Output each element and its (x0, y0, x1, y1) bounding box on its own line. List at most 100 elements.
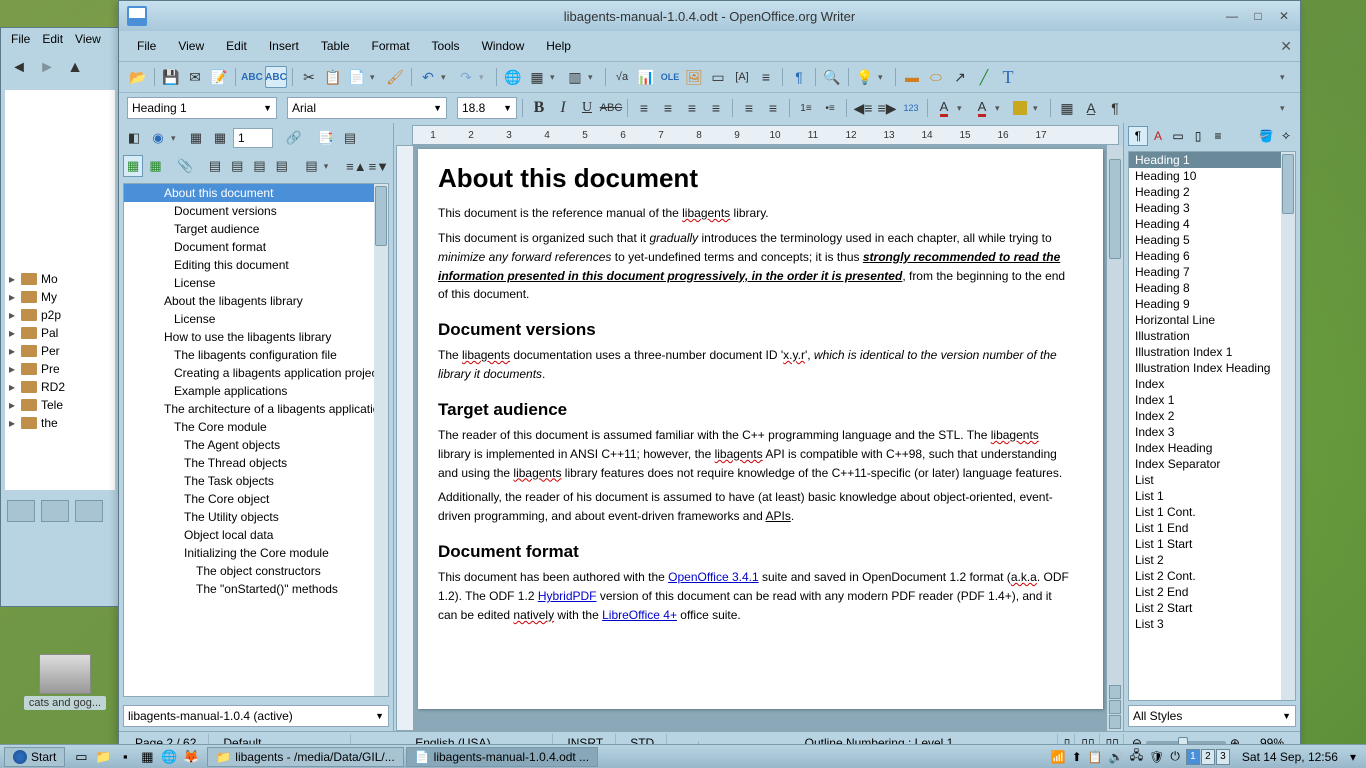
doc-link[interactable]: HybridPDF (538, 589, 597, 603)
fill-format-icon[interactable]: 🪣 (1256, 126, 1276, 146)
ellipse-icon[interactable]: ⬭ (925, 66, 947, 88)
font-color-button[interactable]: A (933, 97, 955, 119)
navigator-document-combo[interactable]: libagents-manual-1.0.4 (active) ▼ (123, 705, 389, 727)
para-dialog-button[interactable]: ¶ (1104, 97, 1126, 119)
fm-folder-item[interactable]: Per (41, 344, 60, 358)
strikethrough-button[interactable]: ABC (600, 97, 622, 119)
minimize-button[interactable]: — (1224, 9, 1240, 23)
up-icon[interactable]: ▲ (63, 56, 87, 80)
taskbar-task[interactable]: 📁 libagents - /media/Data/GIL/... (207, 747, 403, 767)
zoom-icon[interactable]: 🔍 (821, 66, 843, 88)
clock[interactable]: Sat 14 Sep, 12:56 (1236, 750, 1344, 764)
rect-icon[interactable]: ▬ (901, 66, 923, 88)
style-item[interactable]: List 1 End (1129, 520, 1295, 536)
style-item[interactable]: List (1129, 472, 1295, 488)
nav-promote-icon[interactable]: ▤ (205, 155, 225, 177)
nav-tree-item[interactable]: Example applications (124, 382, 388, 400)
nav-tree-item[interactable]: The Utility objects (124, 508, 388, 526)
fm-icon-view[interactable] (7, 500, 35, 522)
style-item[interactable]: Heading 4 (1129, 216, 1295, 232)
style-item[interactable]: Index 3 (1129, 424, 1295, 440)
menu-window[interactable]: Window (472, 35, 535, 57)
nav-tree-item[interactable]: The libagents configuration file (124, 346, 388, 364)
doc-link[interactable]: LibreOffice 4+ (602, 608, 677, 622)
text-frame-icon[interactable]: [A] (731, 66, 753, 88)
style-item[interactable]: Index 2 (1129, 408, 1295, 424)
nav-list-box-icon[interactable]: ▦ (145, 155, 165, 177)
nav-reminder-icon[interactable]: 📑 (315, 127, 337, 149)
nav-tree-item[interactable]: About this document (124, 184, 388, 202)
style-item[interactable]: Heading 10 (1129, 168, 1295, 184)
increase-indent-button[interactable]: ≡▶ (876, 97, 898, 119)
copy-icon[interactable]: 📋 (322, 66, 344, 88)
close-document-button[interactable]: ✕ (1280, 38, 1292, 55)
line-spacing-button[interactable]: ≡ (738, 97, 760, 119)
tray-clipboard-icon[interactable]: 📋 (1088, 750, 1103, 764)
menu-tools[interactable]: Tools (422, 35, 470, 57)
style-item[interactable]: Heading 9 (1129, 296, 1295, 312)
fm-menu-file[interactable]: File (11, 32, 30, 46)
tray-collapse-icon[interactable]: ▾ (1350, 750, 1356, 764)
nav-header-icon[interactable]: ▤ (339, 127, 361, 149)
cut-icon[interactable]: ✂ (298, 66, 320, 88)
maximize-button[interactable]: □ (1250, 9, 1266, 23)
font-color-dropdown[interactable]: ▾ (957, 103, 969, 114)
document-page[interactable]: About this document This document is the… (418, 149, 1103, 709)
fm-list-view[interactable] (41, 500, 69, 522)
nav-tree-item[interactable]: The object constructors (124, 562, 388, 580)
style-item[interactable]: Index Separator (1129, 456, 1295, 472)
page-up-button[interactable] (1109, 685, 1121, 699)
save-icon[interactable]: 💾 (160, 66, 182, 88)
style-item[interactable]: Heading 6 (1129, 248, 1295, 264)
style-item[interactable]: Heading 7 (1129, 264, 1295, 280)
ole-icon[interactable]: OLE (659, 66, 681, 88)
tray-power-icon[interactable]: ⏻ (1170, 749, 1180, 764)
style-item[interactable]: List 1 (1129, 488, 1295, 504)
navigator-tree[interactable]: About this documentDocument versionsTarg… (123, 183, 389, 697)
style-item[interactable]: Heading 3 (1129, 200, 1295, 216)
fm-folder-item[interactable]: Pal (41, 326, 58, 340)
style-item[interactable]: List 2 (1129, 552, 1295, 568)
style-item[interactable]: List 2 End (1129, 584, 1295, 600)
style-item[interactable]: Illustration Index Heading (1129, 360, 1295, 376)
bullet-list-button[interactable]: •≡ (819, 97, 841, 119)
chart-icon[interactable]: 📊 (635, 66, 657, 88)
page-down-button[interactable] (1109, 715, 1121, 729)
style-item[interactable]: Heading 1 (1129, 152, 1295, 168)
nav-demote-icon[interactable]: ▤ (227, 155, 247, 177)
nav-target-button[interactable] (1109, 700, 1121, 714)
style-item[interactable]: List 2 Start (1129, 600, 1295, 616)
style-item[interactable]: Horizontal Line (1129, 312, 1295, 328)
nav-chapter-up-icon[interactable]: ≡▲ (346, 155, 366, 177)
start-button[interactable]: Start (4, 747, 65, 767)
nav-tree-item[interactable]: Document format (124, 238, 388, 256)
browser-icon[interactable]: 🌐 (159, 748, 179, 766)
fm-folder-item[interactable]: My (41, 290, 57, 304)
numbered-list-button[interactable]: 1≡ (795, 97, 817, 119)
menu-table[interactable]: Table (311, 35, 360, 57)
section-icon[interactable]: ≡ (755, 66, 777, 88)
select-all-button[interactable]: ▦ (1056, 97, 1078, 119)
vertical-ruler[interactable] (396, 145, 414, 731)
align-left-button[interactable]: ≡ (633, 97, 655, 119)
close-button[interactable]: ✕ (1276, 9, 1292, 23)
fm-menu-edit[interactable]: Edit (42, 32, 63, 46)
nav-tree-item[interactable]: Initializing the Core module (124, 544, 388, 562)
doc-link[interactable]: OpenOffice 3.4.1 (668, 570, 759, 584)
format-paintbrush-icon[interactable]: 🖌 (384, 66, 406, 88)
align-justify-button[interactable]: ≡ (705, 97, 727, 119)
tray-shield-icon[interactable]: 🛡 (1149, 750, 1164, 764)
fm-folder-item[interactable]: Mo (41, 272, 58, 286)
titlebar[interactable]: libagents-manual-1.0.4.odt - OpenOffice.… (119, 1, 1300, 31)
style-item[interactable]: List 3 (1129, 616, 1295, 632)
nav-tree-item[interactable]: Document versions (124, 202, 388, 220)
fm-tree[interactable]: ▸Mo ▸My ▸p2p ▸Pal ▸Per ▸Pre ▸RD2 ▸Tele ▸… (5, 90, 115, 490)
nav-tree-item[interactable]: The architecture of a libagents applicat… (124, 400, 388, 418)
desktop-icon[interactable]: cats and gog... (24, 654, 106, 710)
workspace-3[interactable]: 3 (1216, 749, 1230, 765)
file-manager-icon[interactable]: 📁 (93, 748, 113, 766)
fm-tree-view[interactable] (75, 500, 103, 522)
nav-toggle-icon[interactable]: ◧ (123, 127, 145, 149)
style-item[interactable]: Index Heading (1129, 440, 1295, 456)
style-item[interactable]: Illustration Index 1 (1129, 344, 1295, 360)
